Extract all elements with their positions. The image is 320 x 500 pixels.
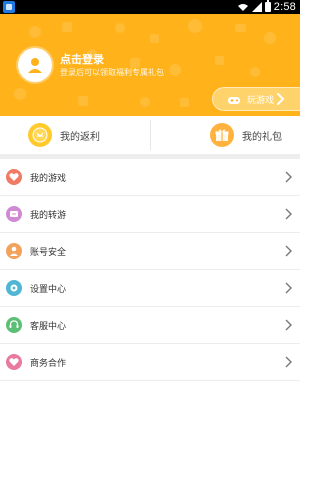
divider <box>0 380 300 381</box>
profile-header: 点击登录 登录后可以领取福利专属礼包 玩游戏 <box>0 14 300 116</box>
menu-item-my-games[interactable]: 我的游戏 <box>0 159 300 196</box>
chevron-right-icon <box>285 356 292 368</box>
status-bar: 2:58 <box>0 0 300 14</box>
signal-icon <box>251 2 262 12</box>
avatar[interactable] <box>18 48 52 82</box>
menu-item-my-transfers[interactable]: 我的转游 <box>0 196 300 233</box>
menu-item-settings[interactable]: 设置中心 <box>0 270 300 307</box>
quick-actions: 我的返利 我的礼包 <box>0 116 300 154</box>
menu-item-customer-service[interactable]: 客服中心 <box>0 307 300 344</box>
chevron-right-icon <box>285 319 292 331</box>
heart-icon <box>6 169 22 185</box>
wifi-icon <box>237 2 249 12</box>
headset-icon <box>6 317 22 333</box>
menu-item-label: 设置中心 <box>30 285 67 295</box>
status-time: 2:58 <box>273 1 296 13</box>
chevron-right-icon <box>285 208 292 220</box>
system-indicators: 2:58 <box>237 0 296 13</box>
chevron-right-icon <box>285 171 292 183</box>
user-icon <box>28 58 42 73</box>
menu-item-account-security[interactable]: 账号安全 <box>0 233 300 270</box>
app-icon <box>3 1 15 13</box>
login-title[interactable]: 点击登录 <box>60 51 104 67</box>
handshake-heart-icon <box>6 354 22 370</box>
chevron-right-icon <box>285 245 292 257</box>
menu-item-label: 我的游戏 <box>30 174 67 184</box>
transfer-icon <box>6 206 22 222</box>
my-gifts-button[interactable]: 我的礼包 <box>210 116 282 154</box>
login-subtitle: 登录后可以领取福利专属礼包 <box>60 68 164 77</box>
my-gifts-label: 我的礼包 <box>242 131 282 143</box>
gift-icon <box>210 123 234 147</box>
chevron-right-icon <box>277 93 284 105</box>
gear-icon <box>6 280 22 296</box>
chevron-right-icon <box>285 282 292 294</box>
gamepad-icon <box>227 90 241 109</box>
play-games-button[interactable]: 玩游戏 <box>212 87 300 111</box>
menu-item-label: 商务合作 <box>30 359 67 369</box>
battery-icon <box>264 0 271 12</box>
menu-item-business-cooperation[interactable]: 商务合作 <box>0 344 300 381</box>
my-rebate-label: 我的返利 <box>60 131 100 143</box>
play-games-label: 玩游戏 <box>247 95 275 106</box>
menu-item-label: 客服中心 <box>30 322 67 332</box>
divider <box>150 120 151 150</box>
user-shield-icon <box>6 243 22 259</box>
coin-icon <box>28 123 52 147</box>
settings-menu: 我的游戏 我的转游 账号安全 设置中心 客服中心 商务合作 <box>0 159 300 381</box>
menu-item-label: 账号安全 <box>30 248 67 258</box>
my-rebate-button[interactable]: 我的返利 <box>28 116 100 154</box>
menu-item-label: 我的转游 <box>30 211 67 221</box>
